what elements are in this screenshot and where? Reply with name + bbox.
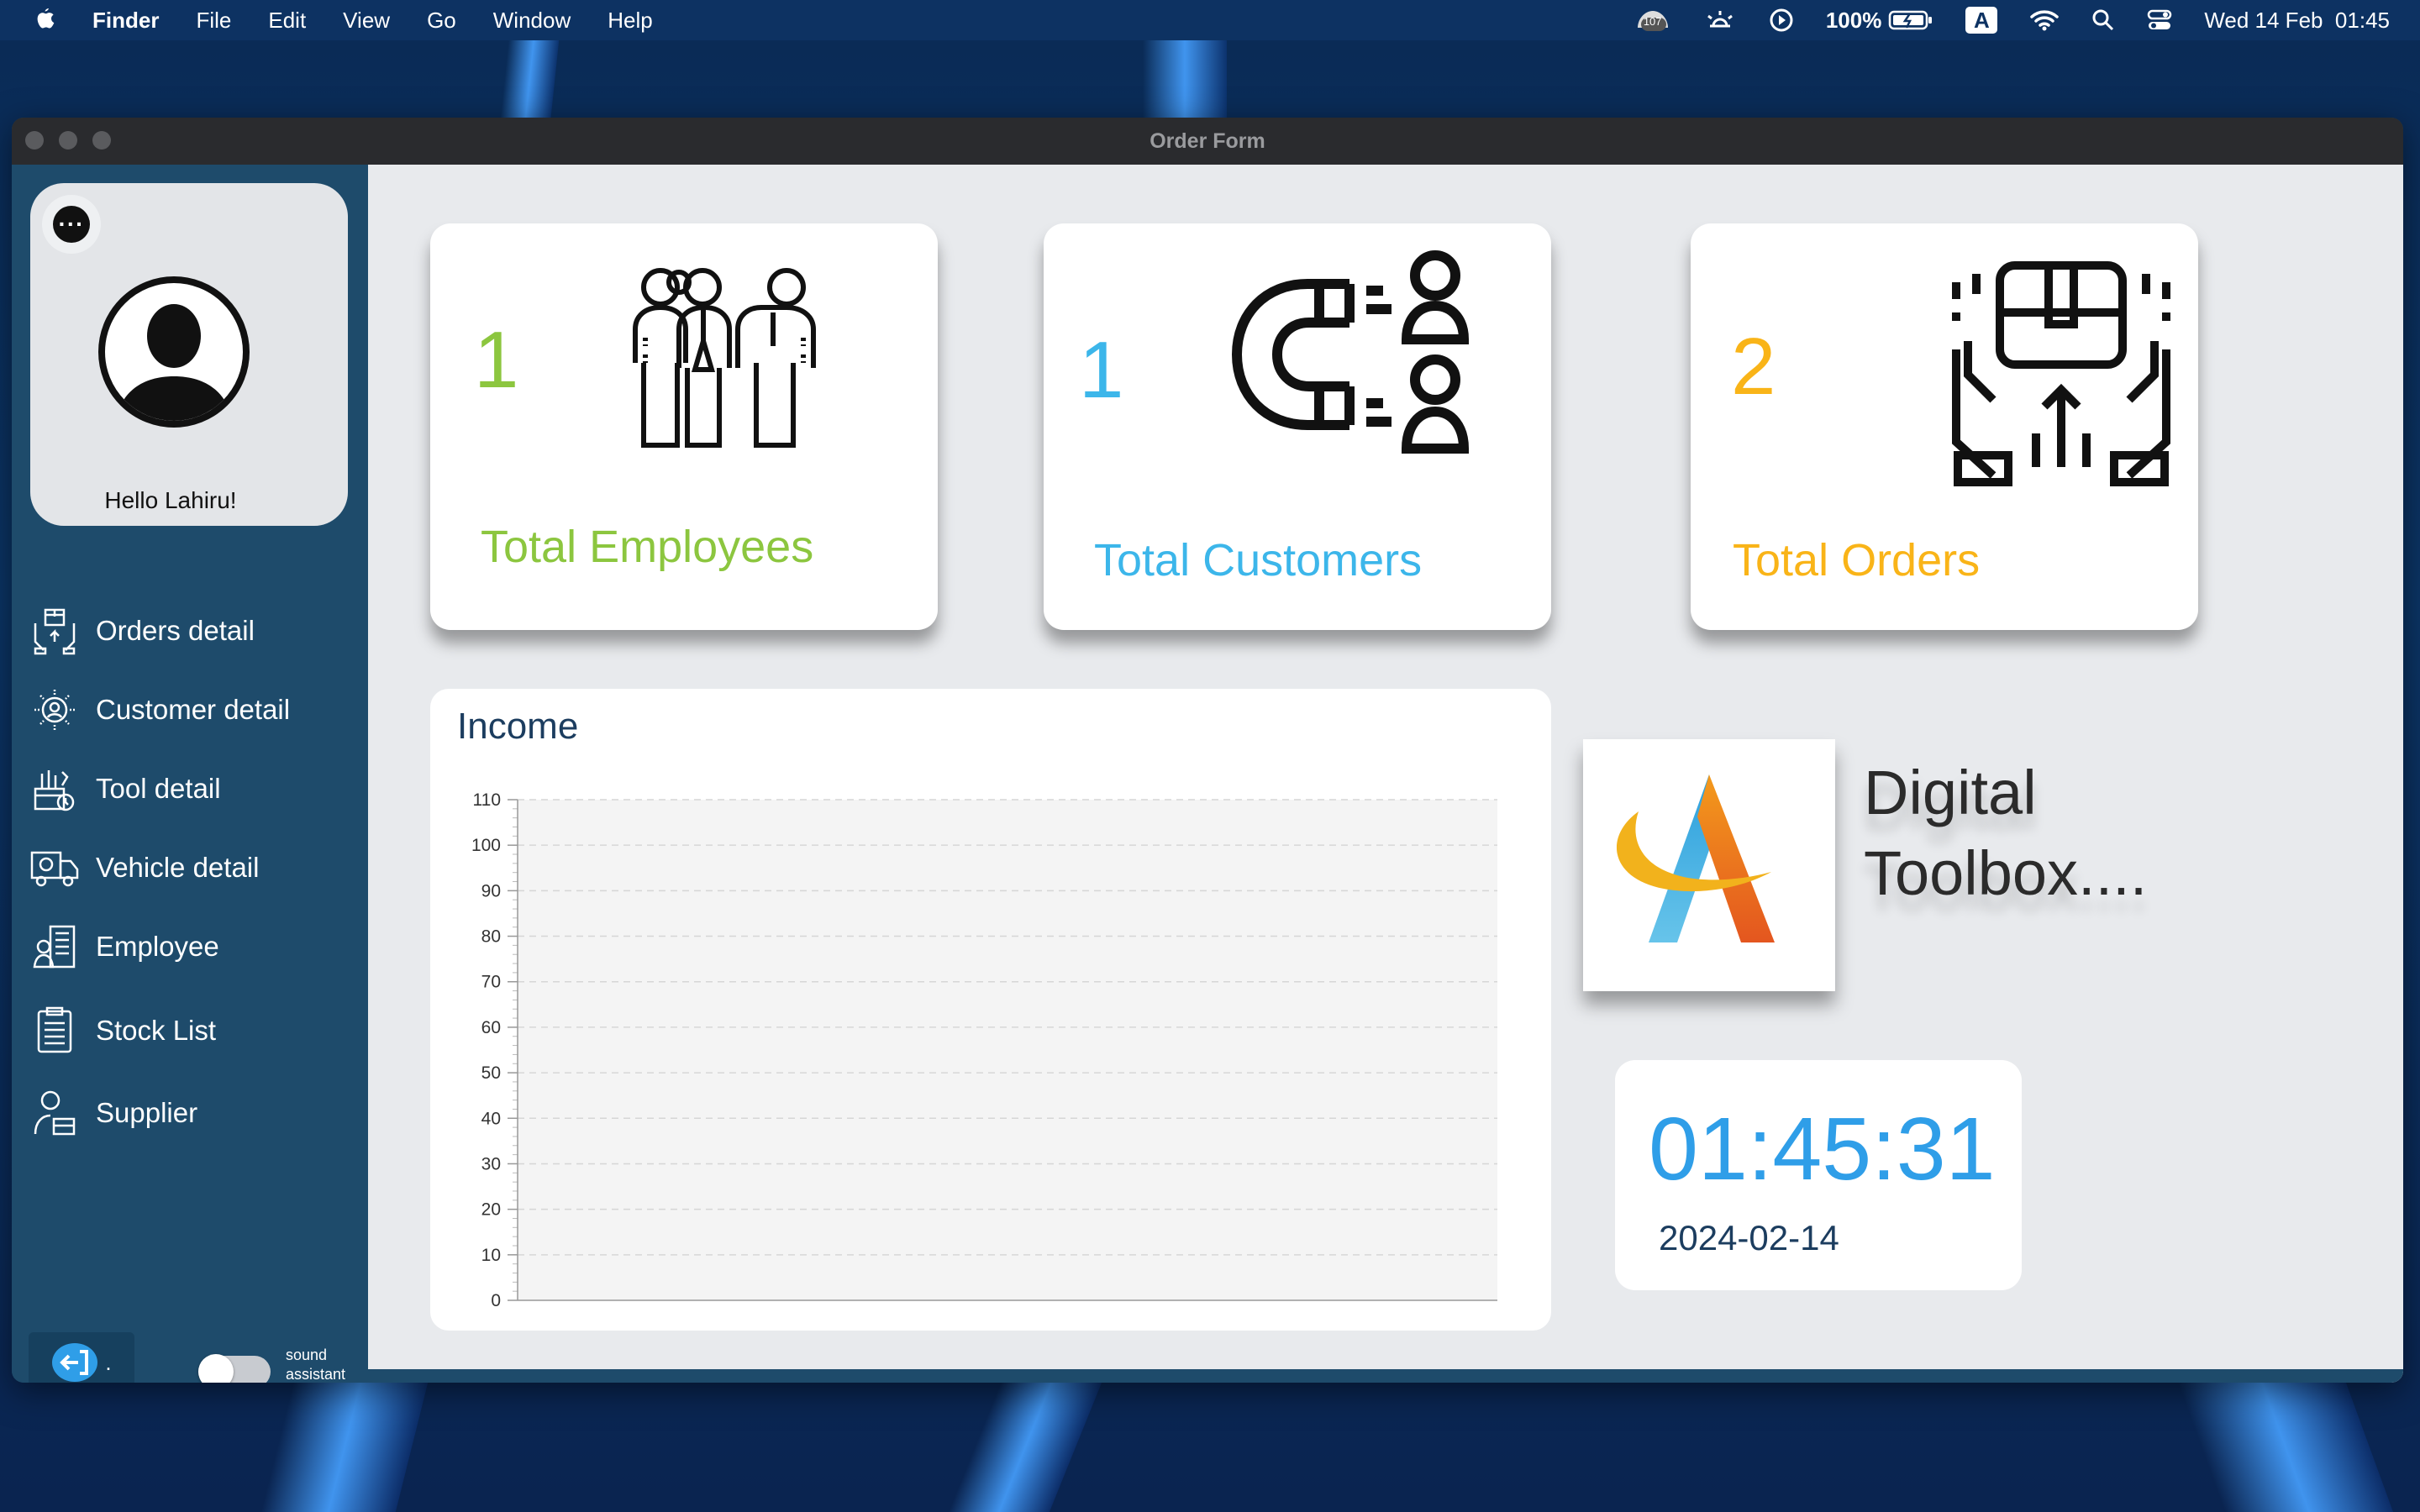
battery-percent: 100%: [1825, 7, 1882, 33]
battery-indicator[interactable]: 100%: [1826, 8, 1934, 34]
sidebar: ··· Hello Lahiru! Orders detail Customer…: [12, 165, 368, 1383]
customer-icon: [29, 684, 81, 736]
brightness-icon[interactable]: [1703, 8, 1737, 33]
employee-icon: [29, 921, 81, 973]
y-tick-label: 0: [491, 1291, 501, 1310]
input-source-icon[interactable]: A: [1965, 7, 1998, 34]
total-orders-value: 2: [1731, 322, 1776, 412]
menu-view[interactable]: View: [324, 8, 408, 34]
menu-bar: Finder File Edit View Go Window Help 107…: [0, 0, 2420, 40]
sidebar-item-employee[interactable]: Employee: [29, 917, 219, 976]
sidebar-item-label: Tool detail: [96, 773, 221, 804]
customer-magnet-icon: [1231, 250, 1470, 454]
sidebar-item-label: Supplier: [96, 1097, 198, 1128]
total-customers-label: Total Customers: [1094, 535, 1423, 585]
orders-icon: [29, 605, 81, 657]
wifi-icon[interactable]: [2029, 8, 2060, 32]
tool-icon: [29, 763, 81, 815]
dashboard-main: 1 Total Employees 1 Total Customers 2 To…: [368, 165, 2403, 1383]
income-chart: 0 10 20 30 40 50 60 70 80 90 100 110: [471, 790, 1497, 1310]
order-form-window: Order Form ··· Hello Lahiru! Orders deta…: [12, 118, 2403, 1383]
y-tick-label: 100: [471, 836, 501, 855]
user-avatar-icon: [98, 276, 250, 428]
sidebar-item-vehicle-detail[interactable]: Vehicle detail: [29, 838, 259, 897]
notification-count: 107: [1643, 15, 1662, 28]
greeting-text: Hello Lahiru!: [104, 487, 237, 513]
vehicle-icon: [29, 842, 81, 894]
menubar-clock[interactable]: Wed 14 Feb 01:45: [2204, 8, 2390, 34]
sidebar-item-label: Orders detail: [96, 615, 255, 646]
y-tick-label: 90: [481, 881, 501, 900]
window-titlebar: Order Form: [12, 118, 2403, 165]
clock-widget: 01:45:31 2024-02-14: [1615, 1060, 2022, 1290]
notification-badge-icon[interactable]: 107: [1634, 6, 1671, 34]
total-customers-card[interactable]: 1 Total Customers: [1044, 223, 1551, 630]
y-tick-label: 110: [473, 790, 501, 810]
y-tick-label: 60: [481, 1018, 501, 1037]
clock-date: 2024-02-14: [1659, 1218, 1839, 1257]
sidebar-item-label: Vehicle detail: [96, 852, 260, 883]
logout-button[interactable]: .: [29, 1332, 134, 1383]
menu-edit[interactable]: Edit: [250, 8, 324, 34]
logout-icon: [52, 1343, 98, 1382]
sidebar-item-supplier[interactable]: Supplier: [29, 1084, 197, 1142]
clock-time: 01:45:31: [1649, 1100, 1996, 1199]
y-tick-label: 30: [481, 1154, 501, 1173]
battery-icon: [1889, 10, 1933, 30]
sidebar-item-label: Stock List: [96, 1015, 217, 1046]
plot-area: [518, 800, 1497, 1300]
toolbox-logo-icon: [1616, 774, 1775, 942]
sidebar-item-tool-detail[interactable]: Tool detail: [29, 759, 221, 818]
total-orders-card[interactable]: 2 Total Orders: [1691, 223, 2198, 630]
y-tick-label: 20: [481, 1200, 501, 1220]
brand-line-1: Digital: [1864, 758, 2037, 827]
total-employees-label: Total Employees: [481, 522, 814, 572]
supplier-icon: [29, 1087, 81, 1139]
toggle-knob: [198, 1354, 234, 1383]
menu-window[interactable]: Window: [475, 8, 589, 34]
menu-app-name[interactable]: Finder: [74, 8, 177, 34]
brand-line-2: Toolbox....: [1864, 838, 2148, 908]
stock-list-icon: [29, 1005, 81, 1057]
sidebar-item-customer-detail[interactable]: Customer detail: [29, 680, 290, 739]
sound-assistant-label: sound assistant: [286, 1346, 345, 1383]
orders-box-hands-icon: [1952, 261, 2170, 486]
apple-menu-icon[interactable]: [0, 5, 74, 36]
total-customers-value: 1: [1079, 325, 1124, 415]
window-title: Order Form: [1150, 129, 1265, 153]
more-options-button[interactable]: ···: [42, 195, 101, 254]
more-dots-icon: ···: [53, 206, 90, 243]
sound-label-line-1: sound: [286, 1347, 328, 1363]
spotlight-search-icon[interactable]: [2091, 8, 2115, 32]
total-employees-card[interactable]: 1 Total Employees: [430, 223, 938, 630]
y-tick-label: 80: [481, 927, 501, 947]
sidebar-item-stock-list[interactable]: Stock List: [29, 1001, 216, 1060]
control-center-icon[interactable]: [2147, 8, 2172, 32]
play-icon[interactable]: [1769, 8, 1794, 33]
sound-assistant-toggle[interactable]: [198, 1354, 271, 1383]
y-tick-label: 70: [481, 973, 501, 992]
sound-label-line-2: assistant: [286, 1366, 346, 1383]
brand-name: Digital Toolbox....: [1864, 753, 2147, 914]
brand-logo: [1583, 739, 1835, 991]
y-tick-label: 40: [481, 1109, 501, 1128]
y-tick-label: 10: [481, 1246, 501, 1265]
employees-group-icon: [633, 268, 816, 448]
total-employees-value: 1: [474, 315, 519, 405]
logout-suffix: .: [105, 1349, 112, 1375]
total-orders-label: Total Orders: [1733, 535, 1981, 585]
menu-help[interactable]: Help: [589, 8, 671, 34]
sidebar-item-label: Employee: [96, 931, 219, 962]
sidebar-item-label: Customer detail: [96, 694, 291, 725]
sidebar-item-orders-detail[interactable]: Orders detail: [29, 601, 255, 660]
profile-card: ··· Hello Lahiru!: [30, 183, 348, 526]
income-chart-panel: Income 0 10 20 30 40 50 60 70 80 90 100 110: [430, 689, 1551, 1331]
y-tick-label: 50: [481, 1063, 501, 1083]
menu-go[interactable]: Go: [408, 8, 475, 34]
main-bottom-strip: [368, 1369, 2403, 1383]
menu-file[interactable]: File: [177, 8, 250, 34]
